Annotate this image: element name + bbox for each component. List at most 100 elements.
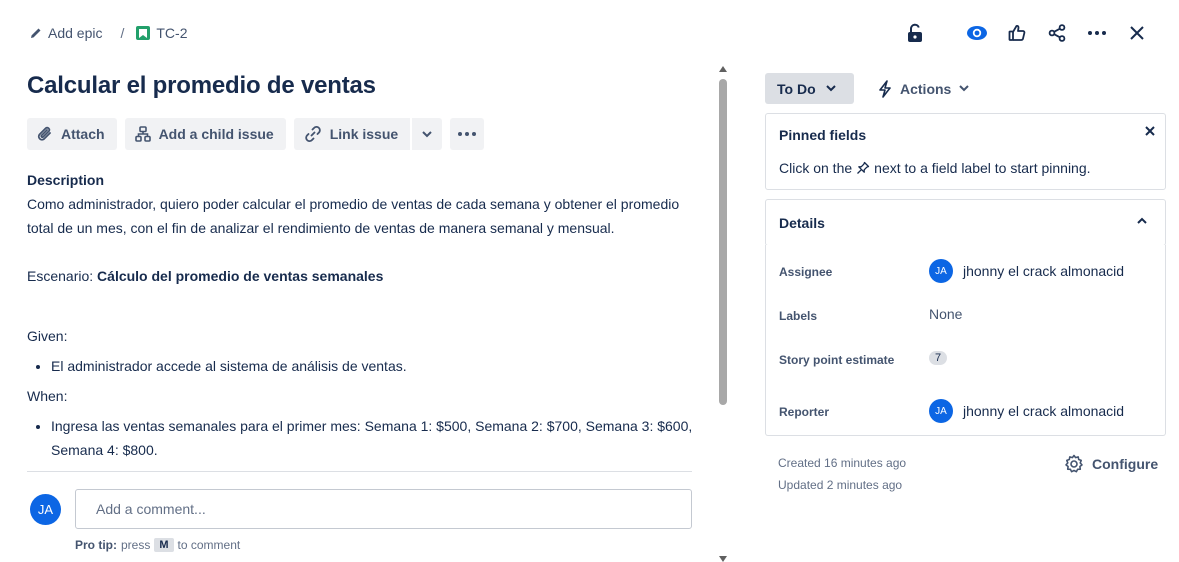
lightning-icon — [878, 79, 892, 98]
configure-button[interactable]: Configure — [1064, 454, 1158, 474]
issue-key-label: TC-2 — [156, 25, 188, 41]
reporter-name: jhonny el crack almonacid — [963, 403, 1125, 419]
avatar: JA — [30, 493, 61, 525]
details-collapse-button[interactable] — [1137, 217, 1147, 224]
actions-label: Actions — [900, 80, 952, 97]
share-button[interactable] — [1037, 20, 1077, 46]
assignee-label: Assignee — [779, 265, 833, 279]
details-body: Assignee JA jhonny el crack almonacid La… — [765, 245, 1166, 436]
labels-label: Labels — [779, 309, 818, 323]
assignee-field[interactable]: JA jhonny el crack almonacid — [929, 259, 1124, 283]
given-list: El administrador accede al sistema de an… — [27, 354, 697, 378]
pinned-hint-before: Click on the — [779, 160, 853, 176]
gear-icon — [1064, 454, 1084, 474]
issue-top-actions — [895, 20, 1157, 46]
add-epic-label: Add epic — [48, 25, 103, 41]
given-label: Given: — [27, 328, 68, 344]
pinned-hint-after: next to a field label to start pinning. — [874, 160, 1091, 176]
link-issue-split: Link issue — [293, 118, 443, 150]
comment-input[interactable] — [75, 489, 692, 529]
scroll-up-arrow[interactable] — [719, 66, 727, 72]
pro-tip: Pro tip: press M to comment — [75, 538, 240, 552]
scenario-line: Escenario: Cálculo del promedio de venta… — [27, 264, 697, 288]
assignee-name: jhonny el crack almonacid — [963, 263, 1125, 279]
scrollbar-thumb[interactable] — [719, 79, 727, 405]
labels-value: None — [929, 306, 963, 322]
status-row: To Do Actions — [765, 73, 979, 104]
paperclip-icon — [37, 125, 53, 143]
add-epic-link[interactable]: Add epic — [30, 25, 102, 41]
created-timestamp: Created 16 minutes ago — [778, 456, 907, 470]
shortcut-key: M — [154, 538, 174, 552]
pro-tip-label: Pro tip: — [75, 538, 117, 552]
description-intro: Como administrador, quiero poder calcula… — [27, 196, 680, 236]
pinned-fields-title: Pinned fields — [779, 127, 867, 143]
link-issue-label: Link issue — [329, 126, 399, 142]
chevron-down-icon — [422, 130, 432, 138]
story-points-badge: 7 — [929, 351, 948, 365]
reporter-label: Reporter — [779, 405, 830, 419]
more-actions-button[interactable] — [1077, 20, 1117, 46]
more-icon — [458, 132, 477, 136]
breadcrumb: Add epic / TC-2 — [30, 24, 188, 42]
pin-icon — [856, 161, 870, 175]
attach-button[interactable]: Attach — [27, 118, 117, 150]
pinned-close-button[interactable] — [1145, 126, 1155, 136]
description-body[interactable]: Como administrador, quiero poder calcula… — [27, 192, 697, 462]
attach-label: Attach — [61, 126, 105, 142]
chevron-up-icon — [1137, 217, 1147, 224]
close-button[interactable] — [1117, 20, 1157, 46]
details-header[interactable]: Details — [765, 199, 1166, 246]
chevron-down-icon — [825, 85, 836, 92]
link-issue-dropdown[interactable] — [412, 118, 443, 150]
link-issue-button[interactable]: Link issue — [293, 118, 411, 150]
issue-toolbar: Attach Add a child issue Link issue — [27, 118, 697, 150]
thumbs-up-icon — [1008, 24, 1026, 42]
issue-title[interactable]: Calcular el promedio de ventas — [27, 72, 697, 100]
chevron-down-icon — [959, 85, 970, 92]
bookmark-icon — [136, 26, 151, 40]
unlock-icon — [907, 23, 923, 43]
share-icon — [1048, 24, 1066, 42]
more-icon — [1088, 31, 1106, 35]
watch-button[interactable] — [957, 20, 997, 46]
when-label: When: — [27, 388, 68, 404]
configure-label: Configure — [1092, 456, 1159, 472]
labels-field[interactable]: None — [929, 306, 962, 322]
add-child-issue-button[interactable]: Add a child issue — [124, 118, 286, 150]
avatar: JA — [929, 259, 953, 283]
issue-main: Calcular el promedio de ventas Attach Ad… — [27, 62, 697, 562]
description-section: Description Como administrador, quiero p… — [27, 170, 697, 462]
list-item: El administrador accede al sistema de an… — [51, 354, 697, 378]
pro-tip-press: press — [121, 538, 151, 552]
status-dropdown[interactable]: To Do — [765, 73, 854, 104]
scroll-down-arrow[interactable] — [719, 556, 727, 562]
story-points-field[interactable]: 7 — [929, 351, 948, 365]
comment-composer: JA — [30, 489, 692, 529]
comment-divider — [27, 471, 692, 472]
list-item: Ingresa las ventas semanales para el pri… — [51, 414, 697, 462]
add-child-issue-label: Add a child issue — [158, 126, 274, 142]
issue-key-link[interactable]: TC-2 — [136, 25, 188, 41]
description-label: Description — [27, 172, 105, 188]
close-icon — [1129, 25, 1145, 41]
pinned-fields-panel: Pinned fields Click on the next to a fie… — [765, 113, 1166, 190]
pinned-fields-hint: Click on the next to a field label to st… — [779, 160, 1091, 176]
link-icon — [304, 125, 322, 143]
scenario-prefix: Escenario: — [27, 268, 98, 284]
avatar: JA — [929, 399, 953, 423]
details-title: Details — [779, 215, 825, 231]
story-points-label: Story point estimate — [779, 353, 895, 367]
actions-dropdown[interactable]: Actions — [868, 73, 979, 104]
pencil-icon — [30, 27, 42, 39]
vote-button[interactable] — [997, 20, 1037, 46]
breadcrumb-separator: / — [120, 25, 125, 41]
close-icon — [1145, 126, 1155, 136]
status-label: To Do — [777, 80, 816, 97]
scenario-title: Cálculo del promedio de ventas semanales — [97, 268, 384, 284]
eye-icon — [966, 25, 988, 41]
toolbar-more-button[interactable] — [450, 118, 485, 150]
when-list: Ingresa las ventas semanales para el pri… — [27, 414, 697, 462]
restrictions-button[interactable] — [895, 20, 935, 46]
reporter-field[interactable]: JA jhonny el crack almonacid — [929, 399, 1124, 423]
